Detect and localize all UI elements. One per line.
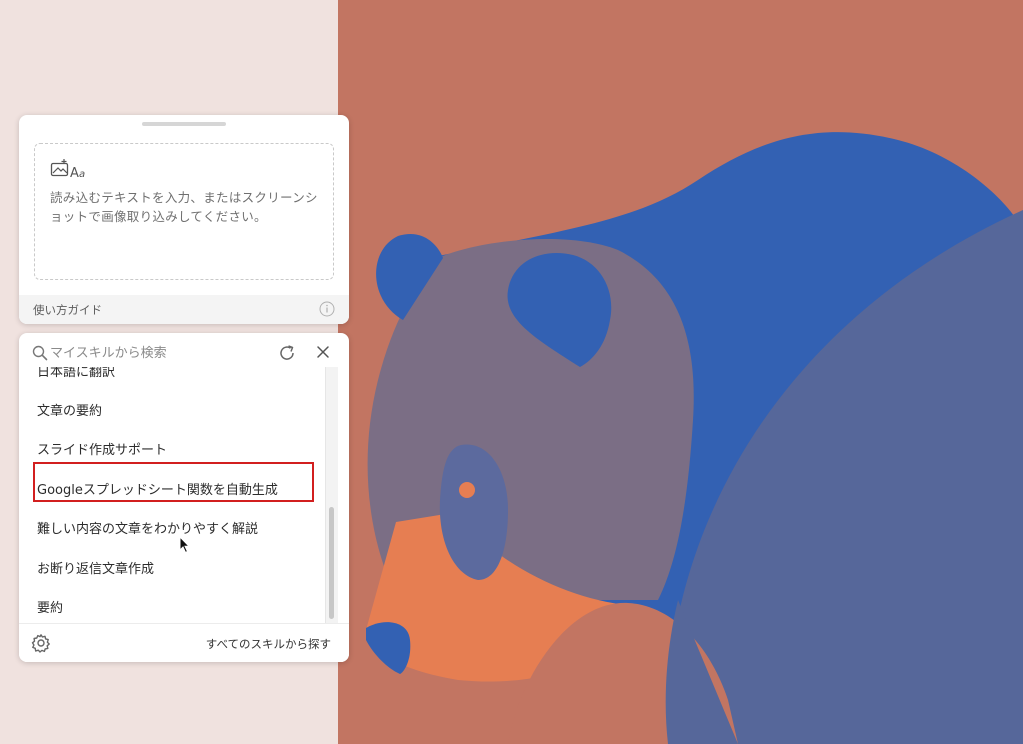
svg-text:A: A <box>70 166 79 181</box>
svg-text:a: a <box>79 169 85 180</box>
mouse-cursor <box>179 536 191 554</box>
refresh-icon[interactable] <box>277 343 297 363</box>
drag-handle[interactable] <box>142 122 226 126</box>
skills-scrollbar[interactable] <box>325 367 338 623</box>
image-text-icon: A a <box>50 158 90 182</box>
skill-item-translate-japanese[interactable]: 日本語に翻訳 <box>37 367 115 380</box>
search-icon <box>32 345 48 361</box>
skill-item-decline-reply[interactable]: お断り返信文章作成 <box>37 558 154 577</box>
usage-guide-link[interactable]: 使い方ガイド <box>33 302 102 318</box>
skill-item-summarize-text[interactable]: 文章の要約 <box>37 400 102 419</box>
info-icon[interactable] <box>319 301 335 317</box>
skills-list[interactable]: 日本語に翻訳 文章の要約 スライド作成サポート Googleスプレッドシート関数… <box>19 367 327 624</box>
desktop: A a 読み込むテキストを入力、またはスクリーンショットで画像取り込みしてくださ… <box>0 0 1023 744</box>
close-icon[interactable] <box>315 344 331 360</box>
wallpaper <box>338 0 1023 744</box>
drop-zone-instructions: 読み込むテキストを入力、またはスクリーンショットで画像取り込みしてください。 <box>50 190 318 224</box>
skills-panel: 日本語に翻訳 文章の要約 スライド作成サポート Googleスプレッドシート関数… <box>19 333 349 662</box>
skill-item-explain-simply[interactable]: 難しい内容の文章をわかりやすく解説 <box>37 518 258 537</box>
gear-icon[interactable] <box>31 633 51 653</box>
skill-search-input[interactable] <box>50 342 250 364</box>
skill-item-slide-support[interactable]: スライド作成サポート <box>37 439 167 458</box>
scrollbar-thumb[interactable] <box>329 507 334 619</box>
skills-panel-footer: すべてのスキルから探す <box>19 623 349 662</box>
capture-panel: A a 読み込むテキストを入力、またはスクリーンショットで画像取り込みしてくださ… <box>19 115 349 324</box>
skill-item-sheets-function[interactable]: Googleスプレッドシート関数を自動生成 <box>37 479 278 498</box>
skill-item-summary[interactable]: 要約 <box>37 597 63 616</box>
browse-all-skills-link[interactable]: すべてのスキルから探す <box>206 636 331 652</box>
capture-panel-footer: 使い方ガイド <box>19 295 349 324</box>
text-input-drop-zone[interactable]: A a 読み込むテキストを入力、またはスクリーンショットで画像取り込みしてくださ… <box>34 143 334 280</box>
bear-illustration <box>338 0 1023 744</box>
